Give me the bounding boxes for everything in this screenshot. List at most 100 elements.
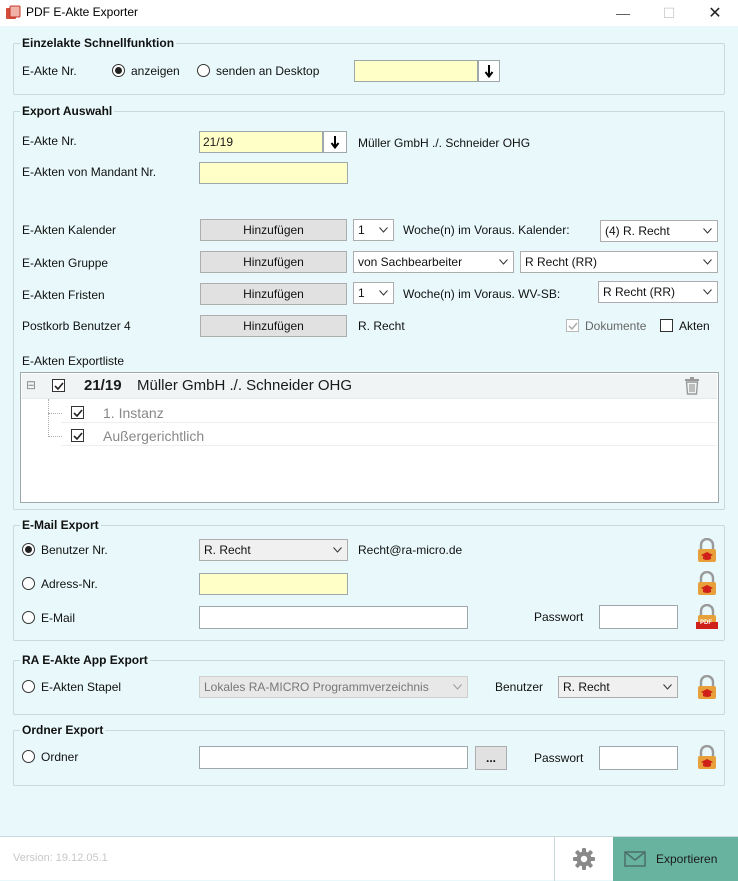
arrow-down-icon xyxy=(484,65,494,78)
fristen-label: E-Akten Fristen xyxy=(22,288,105,302)
lock-icon[interactable] xyxy=(695,745,719,771)
app-group-title: RA E-Akte App Export xyxy=(20,653,150,667)
akte-nr-input[interactable]: 21/19 xyxy=(199,131,323,153)
tree-connector xyxy=(48,413,62,414)
postkorb-label: Postkorb Benutzer 4 xyxy=(22,319,131,333)
postkorb-user-text: R. Recht xyxy=(358,319,405,333)
quick-radio-show[interactable] xyxy=(112,64,125,77)
kalender-text: Woche(n) im Voraus. Kalender: xyxy=(403,223,570,237)
kalender-weeks-select[interactable]: 1 xyxy=(353,219,394,241)
quick-akte-label: E-Akte Nr. xyxy=(22,64,77,78)
gruppe-select-user[interactable]: R Recht (RR) xyxy=(520,251,718,273)
quick-radio-send-label: senden an Desktop xyxy=(216,64,320,78)
quick-radio-show-label: anzeigen xyxy=(131,64,180,78)
ordner-label: Ordner xyxy=(41,750,79,764)
export-button[interactable]: Exportieren xyxy=(613,837,738,881)
gruppe-select-user-value: R Recht (RR) xyxy=(525,255,598,269)
fristen-weeks-select[interactable]: 1 xyxy=(353,282,394,304)
email-address-input[interactable] xyxy=(199,606,468,629)
gruppe-select-type-value: von Sachbearbeiter xyxy=(358,255,463,269)
chevron-down-icon xyxy=(703,228,712,234)
mandant-input[interactable] xyxy=(199,162,348,184)
checkmark-icon xyxy=(72,431,83,440)
email-radio-benutzer[interactable] xyxy=(22,543,35,556)
gruppe-select-type[interactable]: von Sachbearbeiter xyxy=(353,251,514,273)
tree-root-nr: 21/19 xyxy=(84,377,122,394)
chevron-down-icon xyxy=(499,259,508,265)
checkmark-icon xyxy=(567,321,578,330)
ordner-path-input[interactable] xyxy=(199,746,468,769)
mandant-label: E-Akten von Mandant Nr. xyxy=(22,165,157,179)
tree-row-root[interactable] xyxy=(22,374,717,399)
minimize-button[interactable]: — xyxy=(600,0,646,26)
ordner-passwort-input[interactable] xyxy=(599,746,678,770)
checkmark-icon xyxy=(53,381,64,390)
fristen-text: Woche(n) im Voraus. WV-SB: xyxy=(403,287,561,301)
tree-child-label: Außergerichtlich xyxy=(103,428,205,444)
app-benutzer-select-value: R. Recht xyxy=(563,680,610,694)
fristen-add-button[interactable]: Hinzufügen xyxy=(200,283,347,305)
email-radio-adress[interactable] xyxy=(22,577,35,590)
mail-icon xyxy=(624,851,646,867)
app-benutzer-label: Benutzer xyxy=(495,680,544,694)
email-adress-label: Adress-Nr. xyxy=(41,577,98,591)
email-benutzer-select[interactable]: R. Recht xyxy=(199,539,348,561)
tree-connector xyxy=(48,399,49,437)
kalender-select-value: (4) R. Recht xyxy=(605,224,670,238)
trash-icon[interactable] xyxy=(684,377,700,395)
footer-bar: Version: 19.12.05.1 Exportieren xyxy=(0,836,738,881)
quick-radio-send[interactable] xyxy=(197,64,210,77)
ordner-passwort-label: Passwort xyxy=(534,751,584,765)
fristen-select-value: R Recht (RR) xyxy=(603,285,676,299)
kalender-select[interactable]: (4) R. Recht xyxy=(600,220,718,242)
chevron-down-icon xyxy=(379,290,388,296)
ordner-group-title: Ordner Export xyxy=(20,723,106,737)
kalender-weeks-value: 1 xyxy=(358,223,365,237)
postkorb-add-button[interactable]: Hinzufügen xyxy=(200,315,347,337)
email-passwort-input[interactable] xyxy=(599,605,678,629)
ordner-radio[interactable] xyxy=(22,750,35,763)
dokumente-checkbox[interactable] xyxy=(566,319,579,332)
app-radio-stapel[interactable] xyxy=(22,680,35,693)
kalender-add-button[interactable]: Hinzufügen xyxy=(200,219,347,241)
collapse-icon[interactable]: ⊟ xyxy=(26,378,36,392)
chevron-down-icon xyxy=(379,227,388,233)
chevron-down-icon xyxy=(453,684,462,690)
akte-down-arrow-button[interactable] xyxy=(323,131,347,153)
akten-checkbox[interactable] xyxy=(660,319,673,332)
close-button[interactable]: ✕ xyxy=(692,0,738,26)
settings-button[interactable] xyxy=(554,837,613,881)
checkmark-icon xyxy=(72,408,83,417)
tree-root-name: Müller GmbH ./. Schneider OHG xyxy=(137,377,353,394)
arrow-down-icon xyxy=(330,136,340,149)
app-benutzer-select[interactable]: R. Recht xyxy=(558,676,678,698)
gruppe-add-button[interactable]: Hinzufügen xyxy=(200,251,347,273)
tree-connector xyxy=(48,436,62,437)
gear-icon xyxy=(573,848,595,870)
tree-child-checkbox[interactable] xyxy=(71,429,84,442)
tree-child-label: 1. Instanz xyxy=(103,405,164,421)
title-bar: PDF E-Akte Exporter — ☐ ✕ xyxy=(0,0,738,26)
tree-root-checkbox[interactable] xyxy=(52,379,65,392)
app-stapel-select: Lokales RA-MICRO Programmverzeichnis xyxy=(199,676,468,698)
tree-child-checkbox[interactable] xyxy=(71,406,84,419)
app-icon xyxy=(6,5,21,19)
lock-icon[interactable] xyxy=(695,675,719,701)
pdf-badge: PDF xyxy=(700,620,712,626)
app-stapel-label: E-Akten Stapel xyxy=(41,680,122,694)
quick-down-arrow-button[interactable] xyxy=(478,60,500,82)
email-radio-email[interactable] xyxy=(22,611,35,624)
fristen-select[interactable]: R Recht (RR) xyxy=(598,281,718,303)
lock-icon[interactable] xyxy=(695,538,719,564)
lock-icon[interactable] xyxy=(695,571,719,597)
quick-akte-input[interactable] xyxy=(354,60,478,82)
ordner-browse-button[interactable]: ... xyxy=(475,746,507,770)
app-stapel-select-value: Lokales RA-MICRO Programmverzeichnis xyxy=(204,680,429,694)
email-adress-input[interactable] xyxy=(199,573,348,595)
window-title: PDF E-Akte Exporter xyxy=(26,5,139,19)
exportliste-tree[interactable]: ⊟ 21/19 Müller GmbH ./. Schneider OHG 1.… xyxy=(20,372,719,503)
akten-label: Akten xyxy=(679,319,710,333)
email-benutzer-label: Benutzer Nr. xyxy=(41,543,108,557)
lock-pdf-icon[interactable] xyxy=(695,604,719,630)
chevron-down-icon xyxy=(703,259,712,265)
